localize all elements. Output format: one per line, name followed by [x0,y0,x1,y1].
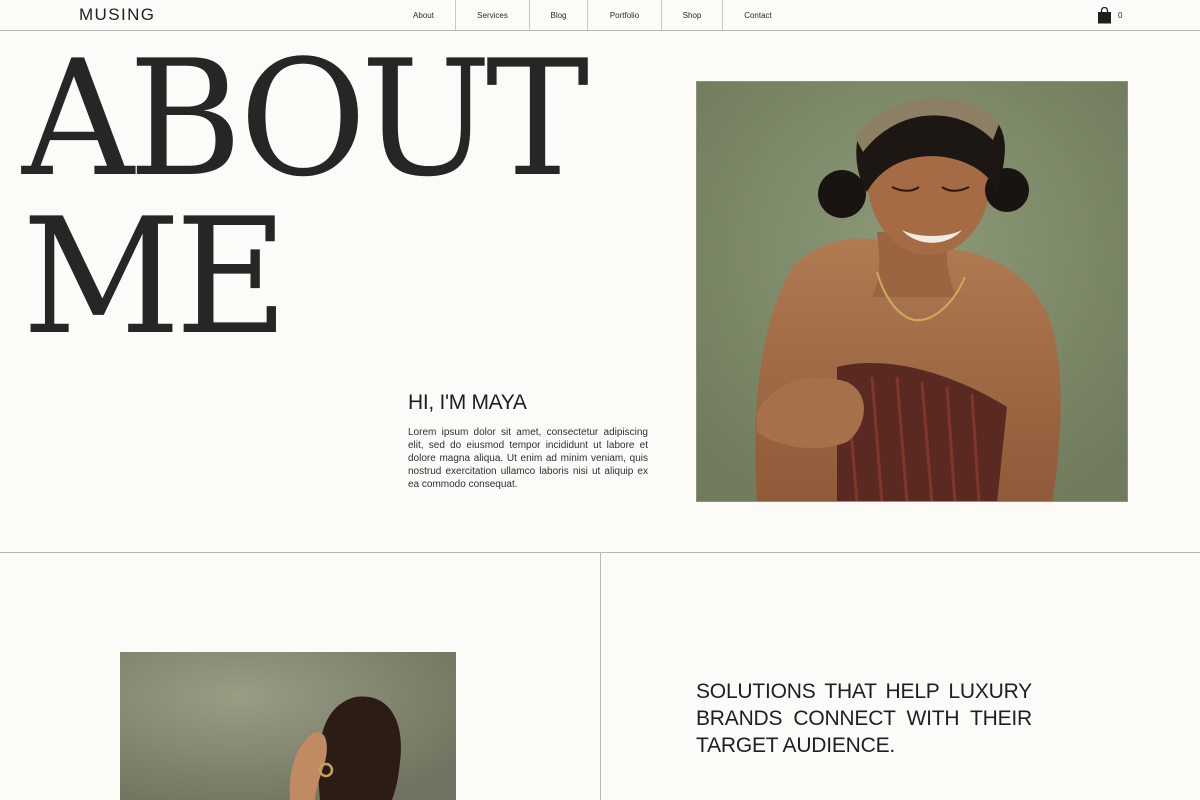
shopping-bag-icon [1097,6,1112,24]
intro-paragraph: Lorem ipsum dolor sit amet, consectetur … [408,427,648,490]
page-title: ABOUT ME [22,25,589,370]
cart-count: 0 [1118,10,1123,20]
page-title-line-2: ME [22,183,288,370]
nav-item-contact[interactable]: Contact [723,0,793,30]
nav-item-shop[interactable]: Shop [662,0,723,30]
intro-heading: HI, I'M MAYA [408,391,527,414]
portrait-photo [696,81,1128,502]
profile-back-photo [120,652,456,800]
solutions-tagline: SOLUTIONS THAT HELP LUXURY BRANDS CONNEC… [696,680,1032,757]
page-title-line-1: ABOUT [22,25,589,212]
nav-item-portfolio[interactable]: Portfolio [588,0,662,30]
site-logo[interactable]: MUSING [79,5,155,25]
cart-button[interactable]: 0 [1097,6,1122,24]
column-divider [600,553,601,800]
